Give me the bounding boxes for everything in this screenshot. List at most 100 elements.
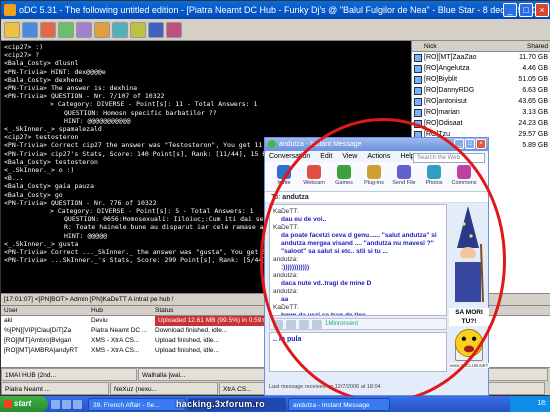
user-shared: 51.05 GB: [518, 76, 548, 83]
user-list-row[interactable]: [RO]Angelutza 4.46 GB: [412, 63, 550, 74]
webcam-icon: [307, 165, 321, 179]
display-picture-sign: SA MORI TU?! www.2UCLUB.NET: [449, 308, 489, 378]
msn-action-webcam[interactable]: Webcam: [301, 165, 327, 188]
minimize-button[interactable]: _: [503, 3, 517, 17]
start-button[interactable]: start: [0, 396, 48, 412]
transfer-user: aki: [4, 317, 13, 324]
maximize-button[interactable]: □: [519, 3, 533, 17]
msn-action-bar: Invite Webcam Games Plug-ins Send File Photos…: [265, 162, 488, 192]
smiley-icon: [454, 328, 484, 358]
msn-action-label: Invite: [277, 180, 291, 186]
user-list-row[interactable]: [RO]DannyRDG 6.63 GB: [412, 85, 550, 96]
msn-close-button[interactable]: ×: [476, 139, 486, 149]
close-button[interactable]: ×: [535, 3, 549, 17]
wink-icon[interactable]: [299, 320, 309, 329]
user-icon: [414, 53, 422, 62]
transfer-hub: XMS - XtrA CS...: [91, 347, 140, 354]
odc-titlebar[interactable]: oDC 5.31 - The following untitled editio…: [1, 1, 550, 19]
quicklaunch-icon[interactable]: [51, 399, 60, 409]
favorite-users-icon[interactable]: [94, 22, 110, 38]
user-list-header: Nick Shared: [412, 41, 550, 52]
msn-menu-item[interactable]: Edit: [320, 151, 332, 162]
transfer-hub: XMS - XtrA CS...: [91, 337, 140, 344]
nudge-icon[interactable]: [312, 320, 322, 329]
user-list-row[interactable]: [RO]antonisut 43.65 GB: [412, 96, 550, 107]
message-sender: andutza:: [273, 256, 298, 263]
shared-column-header[interactable]: Shared: [507, 41, 550, 51]
user-nick: [RO]marian: [424, 109, 460, 116]
chat-line: <_.SkInner._> spamalezald: [4, 125, 102, 134]
msn-action-plug-ins[interactable]: Plug-ins: [361, 165, 387, 188]
msn-maximize-button[interactable]: □: [465, 139, 475, 149]
msn-action-photos[interactable]: Photos: [421, 165, 447, 188]
message-text: hmm da vezi ce trag de tine........: [281, 312, 381, 316]
msn-menu-item[interactable]: Actions: [367, 151, 390, 162]
invite-icon: [277, 165, 291, 179]
msn-action-send-file[interactable]: Send File: [391, 165, 417, 188]
transfer-user: [RO][MT]AMBRA]andyRT: [4, 347, 78, 354]
taskbar-item-msn[interactable]: andutza - Instant Message: [288, 397, 390, 411]
connect-icon[interactable]: [4, 22, 20, 38]
quick-launch: [48, 399, 88, 409]
user-list-row[interactable]: [RO]marian 3.13 GB: [412, 107, 550, 118]
hub-column-header[interactable]: Hub: [91, 306, 155, 315]
hub-tab[interactable]: Piatra Neamt ...: [1, 382, 109, 395]
reconnect-icon[interactable]: [40, 22, 56, 38]
user-shared: 5.89 GB: [522, 142, 548, 149]
quicklaunch-icon[interactable]: [73, 399, 82, 409]
user-icon: [414, 64, 422, 73]
odc-toolbar: [1, 19, 550, 41]
hub-tab[interactable]: Walhalla [wal...: [138, 368, 274, 381]
finished-downloads-icon[interactable]: [130, 22, 146, 38]
msn-action-commons[interactable]: Commons: [451, 165, 477, 188]
nick-column-header[interactable]: Nick: [412, 41, 507, 51]
user-list-row[interactable]: [RO][MT]ZaaZao 11.70 GB: [412, 52, 550, 63]
commons-icon: [457, 165, 471, 179]
transfer-user: %[PN][VIP]Clau[DiT]Za: [4, 327, 72, 334]
msn-menu-item[interactable]: View: [342, 151, 357, 162]
msn-minimize-button[interactable]: _: [454, 139, 464, 149]
message-sender: andutza:: [273, 288, 298, 295]
follow-redirect-icon[interactable]: [58, 22, 74, 38]
user-nick: [RO]Odisaat: [424, 120, 463, 127]
user-icon: [414, 119, 422, 128]
emoticon-icon[interactable]: [286, 320, 296, 329]
user-shared: 3.13 GB: [522, 109, 548, 116]
msn-titlebar[interactable]: andutza - Instant Message _ □ ×: [265, 138, 488, 151]
sign-url: www.2UCLUB.NET: [449, 363, 489, 368]
font-icon[interactable]: [273, 320, 283, 329]
msn-action-games[interactable]: Games: [331, 165, 357, 188]
user-shared: 6.63 GB: [522, 87, 548, 94]
msn-buddy-icon: [268, 140, 276, 148]
user-icon: [414, 86, 422, 95]
favorite-hubs-icon[interactable]: [76, 22, 92, 38]
message-text: dau eu de voi..: [281, 216, 327, 223]
msn-menu-item[interactable]: Conversation: [269, 151, 310, 162]
message-input[interactable]: .. in pula: [269, 332, 447, 372]
taskbar-item-odc[interactable]: oDC 5.31 - The Follow...: [188, 397, 286, 411]
user-nick: [RO]antonisut: [424, 98, 467, 105]
search-web-input[interactable]: Search the Web: [413, 153, 485, 163]
user-list-row[interactable]: [RO]Biyblit 51.05 GB: [412, 74, 550, 85]
settings-icon[interactable]: [166, 22, 182, 38]
public-hubs-icon[interactable]: [22, 22, 38, 38]
download-queue-icon[interactable]: [112, 22, 128, 38]
send-file-icon: [397, 165, 411, 179]
conversation-history[interactable]: KaDeTT: dau eu de voi.. KaDeTT: da poate fa…: [269, 204, 447, 316]
user-list-row[interactable]: [RO]Odisaat 24.23 GB: [412, 118, 550, 129]
transfer-hub: Deviu: [91, 317, 108, 324]
msn-action-invite[interactable]: Invite: [271, 165, 297, 188]
wizard-display-picture: [455, 206, 484, 303]
hub-tab[interactable]: NeXuz (nexu...: [110, 382, 218, 395]
user-nick: [RO][MT]ZaaZao: [424, 54, 477, 61]
user-icon: [414, 97, 422, 106]
taskbar-item-winamp[interactable]: 39. French Affair - Se...: [88, 397, 186, 411]
user-shared: 11.70 GB: [518, 54, 548, 61]
quicklaunch-icon[interactable]: [62, 399, 71, 409]
search-icon[interactable]: [148, 22, 164, 38]
user-column-header[interactable]: User: [1, 306, 91, 315]
transfer-user: [RO][MT]Ambro]Bvlgari: [4, 337, 72, 344]
msn-action-label: Send File: [392, 180, 416, 186]
hub-tab[interactable]: 1MAI HUB (2nd...: [1, 368, 137, 381]
transfer-status-text: Upload finished, idle...: [155, 337, 219, 344]
